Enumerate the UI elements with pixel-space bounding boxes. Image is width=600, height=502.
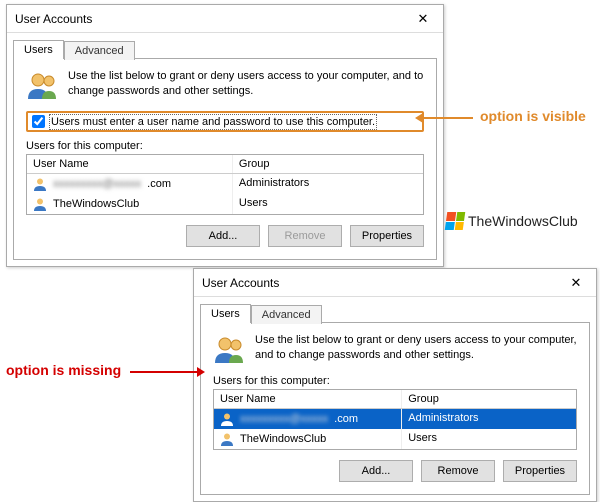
- button-row: Add... Remove Properties: [213, 460, 577, 482]
- close-icon[interactable]: ✕: [403, 11, 443, 27]
- windows-logo-icon: [445, 212, 466, 230]
- tabstrip: Users Advanced: [7, 33, 443, 58]
- annotation-option-visible: option is visible: [480, 108, 586, 124]
- watermark: TheWindowsClub: [446, 212, 578, 230]
- group-value: Administrators: [233, 174, 423, 194]
- tab-users[interactable]: Users: [200, 304, 251, 323]
- close-icon[interactable]: ✕: [556, 275, 596, 291]
- tabstrip: Users Advanced: [194, 297, 596, 322]
- window-title: User Accounts: [15, 12, 92, 26]
- col-group[interactable]: Group: [233, 155, 423, 173]
- username-value: TheWindowsClub: [240, 433, 326, 445]
- properties-button[interactable]: Properties: [503, 460, 577, 482]
- arrow-icon: [418, 117, 473, 119]
- users-for-computer-label: Users for this computer:: [213, 375, 577, 387]
- remove-button: Remove: [268, 225, 342, 247]
- add-button[interactable]: Add...: [339, 460, 413, 482]
- group-value: Users: [402, 429, 576, 449]
- add-button[interactable]: Add...: [186, 225, 260, 247]
- username-redacted: xxxxxxxxx@xxxxx: [240, 413, 328, 425]
- group-value: Users: [233, 194, 423, 214]
- tab-users[interactable]: Users: [13, 40, 64, 59]
- checkbox-input[interactable]: [32, 115, 45, 128]
- user-accounts-dialog-missing-option: User Accounts ✕ Users Advanced Use the l…: [193, 268, 597, 502]
- group-value: Administrators: [402, 409, 576, 429]
- users-for-computer-label: Users for this computer:: [26, 140, 424, 152]
- description-text: Use the list below to grant or deny user…: [255, 333, 577, 367]
- username-suffix: .com: [334, 413, 358, 425]
- username-value: TheWindowsClub: [53, 198, 139, 210]
- user-list[interactable]: User Name Group xxxxxxxxx@xxxxx .com Admi…: [26, 154, 424, 215]
- user-row[interactable]: TheWindowsClub Users: [214, 429, 576, 449]
- button-row: Add... Remove Properties: [26, 225, 424, 247]
- description-text: Use the list below to grant or deny user…: [68, 69, 424, 103]
- annotation-option-missing: option is missing: [6, 362, 121, 378]
- tab-panel: Use the list below to grant or deny user…: [200, 322, 590, 495]
- user-icon: [33, 197, 47, 211]
- tab-advanced[interactable]: Advanced: [64, 41, 135, 60]
- users-icon: [213, 333, 247, 367]
- properties-button[interactable]: Properties: [350, 225, 424, 247]
- window-title: User Accounts: [202, 276, 279, 290]
- user-row[interactable]: TheWindowsClub Users: [27, 194, 423, 214]
- user-list-header[interactable]: User Name Group: [214, 390, 576, 409]
- col-username[interactable]: User Name: [27, 155, 233, 173]
- titlebar[interactable]: User Accounts ✕: [194, 269, 596, 297]
- arrow-icon: [130, 371, 202, 373]
- user-list-header[interactable]: User Name Group: [27, 155, 423, 174]
- titlebar[interactable]: User Accounts ✕: [7, 5, 443, 33]
- users-icon: [26, 69, 60, 103]
- user-icon: [220, 412, 234, 426]
- tab-advanced[interactable]: Advanced: [251, 305, 322, 324]
- user-row[interactable]: xxxxxxxxx@xxxxx .com Administrators: [27, 174, 423, 194]
- user-accounts-dialog-with-option: User Accounts ✕ Users Advanced Use the l…: [6, 4, 444, 267]
- col-username[interactable]: User Name: [214, 390, 402, 408]
- remove-button[interactable]: Remove: [421, 460, 495, 482]
- tab-panel: Use the list below to grant or deny user…: [13, 58, 437, 260]
- user-icon: [33, 177, 47, 191]
- checkbox-label: Users must enter a user name and passwor…: [51, 116, 375, 128]
- username-redacted: xxxxxxxxx@xxxxx: [53, 178, 141, 190]
- username-suffix: .com: [147, 178, 171, 190]
- user-row[interactable]: xxxxxxxxx@xxxxx .com Administrators: [214, 409, 576, 429]
- user-list[interactable]: User Name Group xxxxxxxxx@xxxxx .com Admi…: [213, 389, 577, 450]
- watermark-text: TheWindowsClub: [468, 213, 578, 229]
- must-enter-password-checkbox[interactable]: Users must enter a user name and passwor…: [26, 111, 424, 132]
- col-group[interactable]: Group: [402, 390, 576, 408]
- user-icon: [220, 432, 234, 446]
